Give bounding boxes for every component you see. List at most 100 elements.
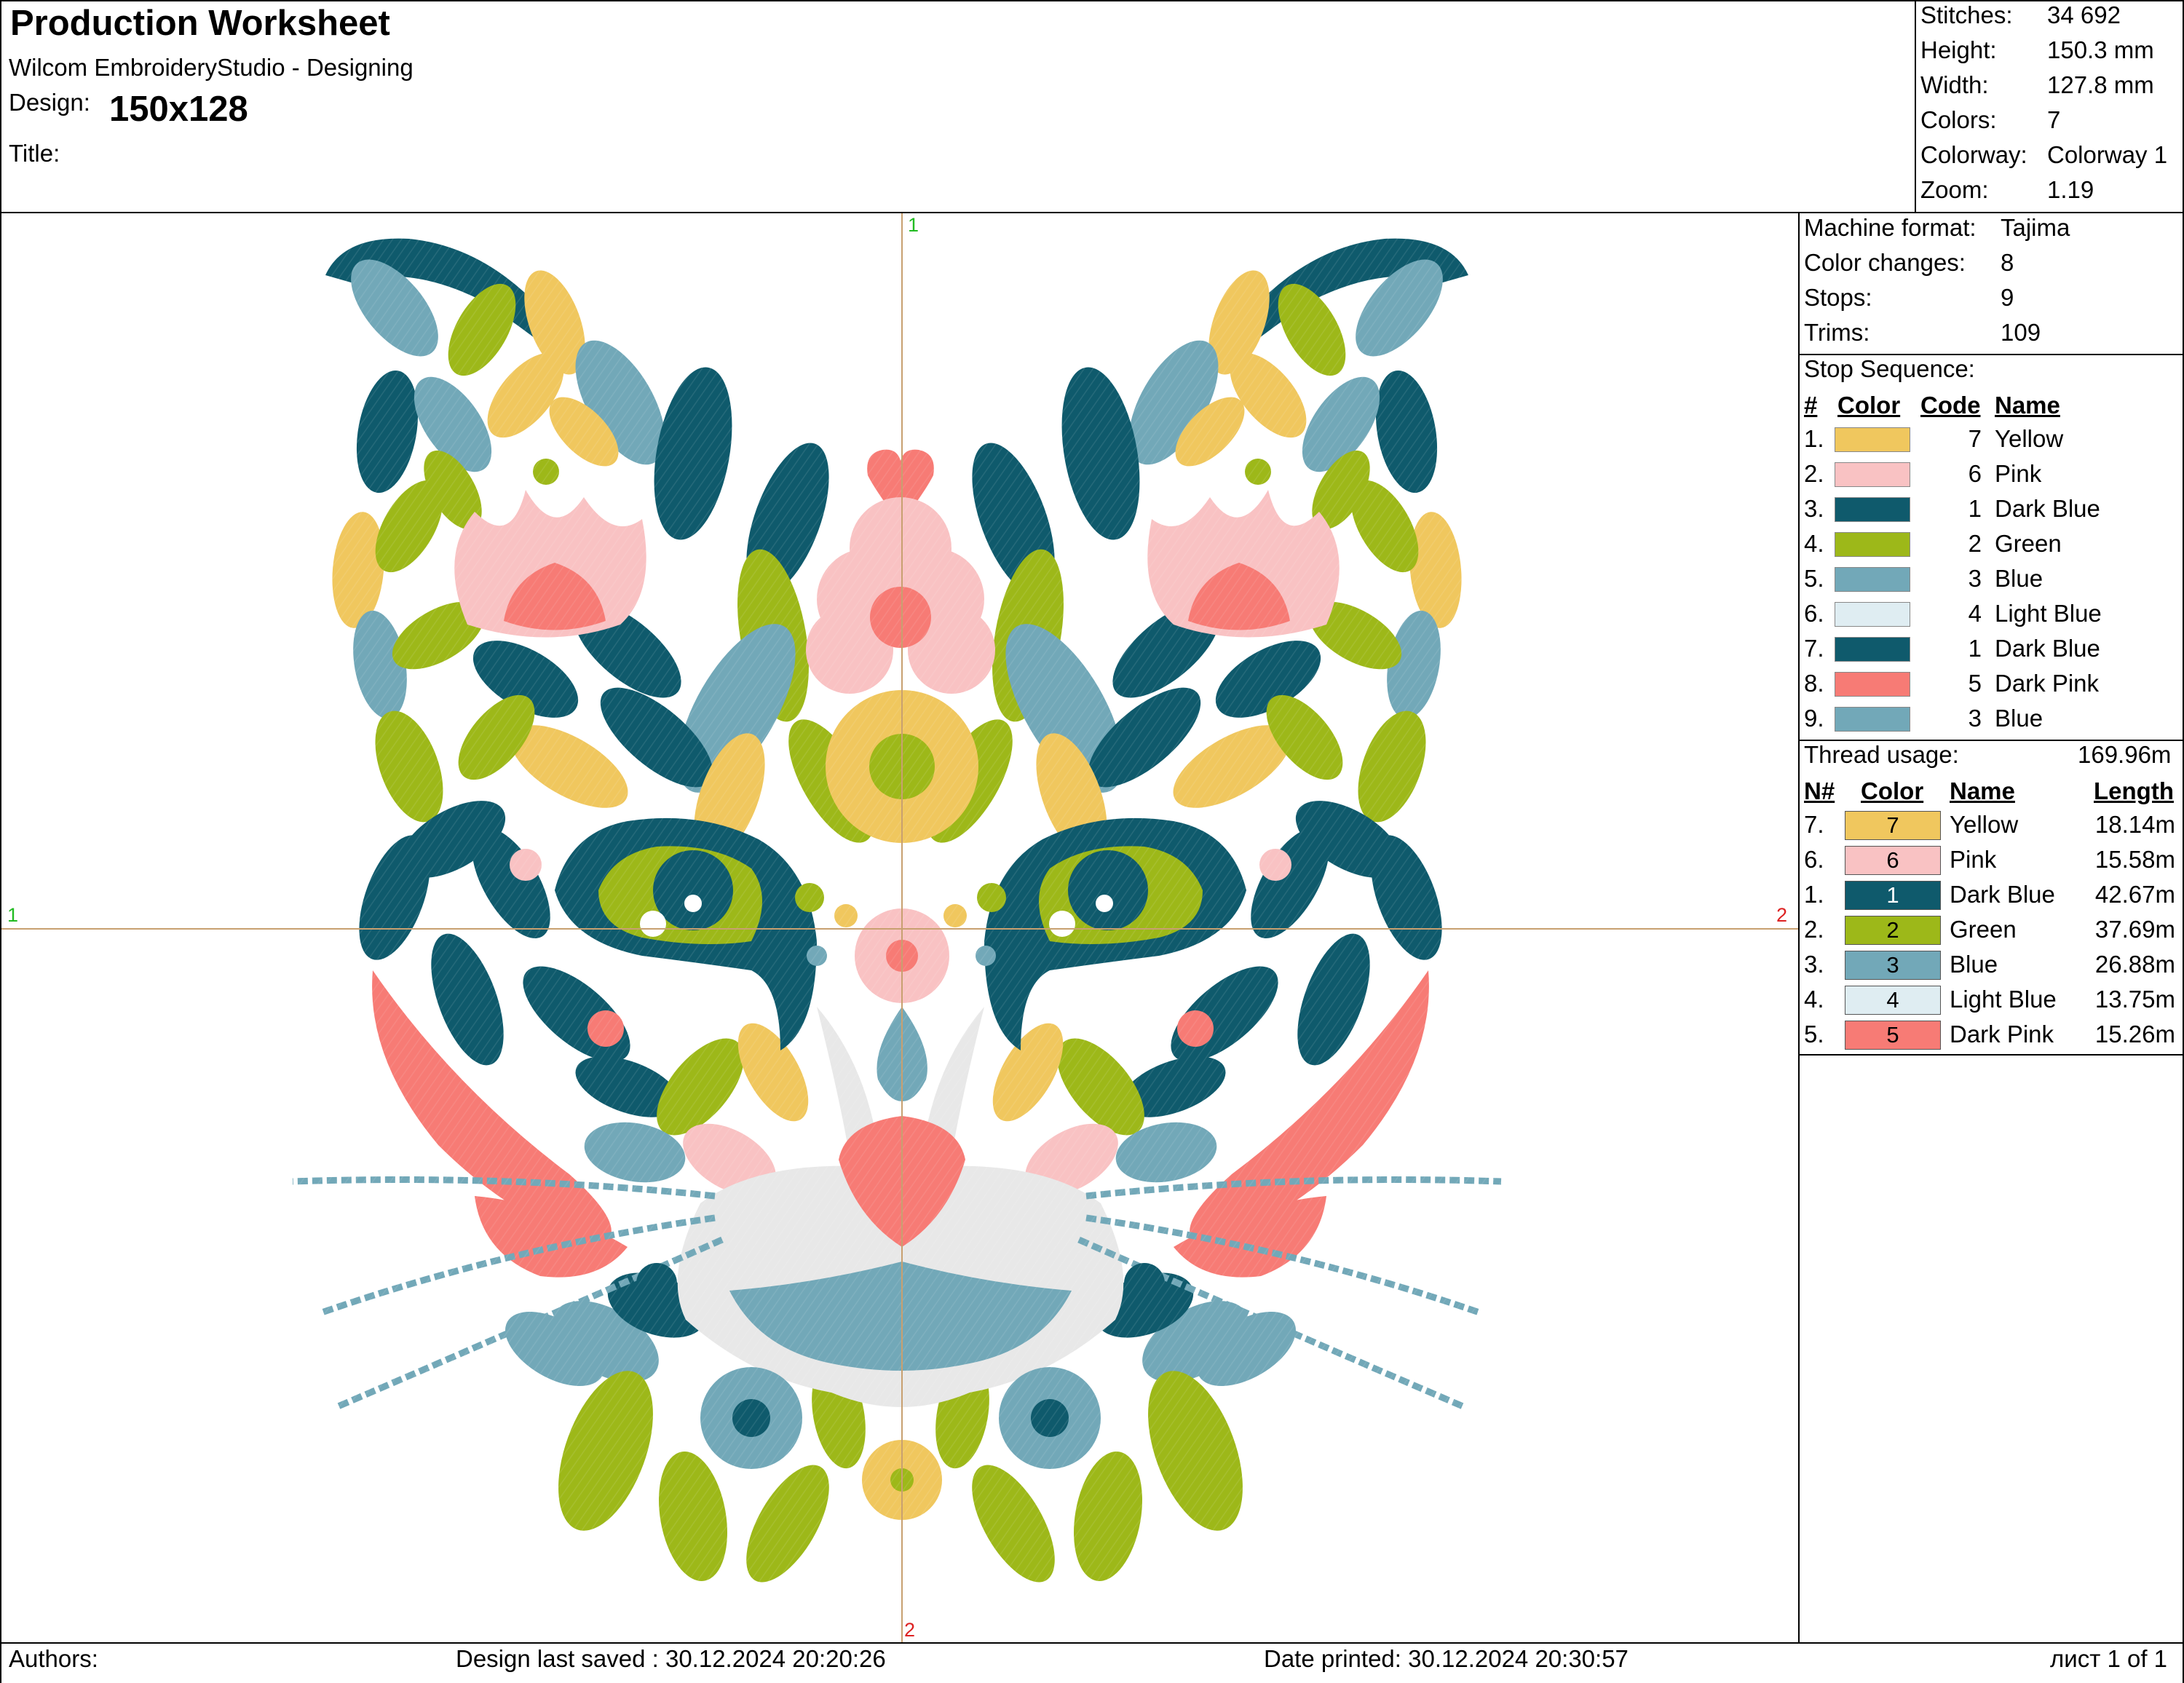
marker-right: 2 — [1776, 904, 1788, 926]
thread-usage-total: 169.96m — [2078, 741, 2172, 768]
usage-name: Light Blue — [1950, 986, 2057, 1013]
machine-value: Tajima — [2001, 214, 2070, 241]
thread-usage-title: Thread usage: — [1804, 741, 1959, 768]
usage-num: 6. — [1804, 846, 1824, 873]
design-name: 150x128 — [109, 90, 248, 129]
usage-color-swatch: 7 — [1845, 811, 1941, 840]
seq-name: Blue — [1995, 565, 2043, 592]
usage-num: 4. — [1804, 986, 1824, 1013]
usage-color-swatch: 1 — [1845, 881, 1941, 910]
seq-num: 8. — [1804, 670, 1824, 697]
summary-value: 127.8 mm — [2047, 71, 2154, 98]
seq-color-swatch — [1835, 707, 1910, 732]
seq-header-color: Color — [1837, 392, 1901, 419]
usage-header-num: N# — [1804, 777, 1835, 804]
seq-num: 9. — [1804, 705, 1824, 732]
seq-header-num: # — [1804, 392, 1818, 419]
marker-bottom: 2 — [904, 1619, 916, 1641]
usage-length: 37.69m — [2094, 916, 2175, 943]
embroidery-preview-svg — [1, 213, 1798, 1642]
seq-code: 3 — [1968, 705, 1982, 732]
usage-length: 18.14m — [2094, 811, 2175, 838]
seq-num: 3. — [1804, 495, 1824, 522]
design-preview — [1, 213, 1798, 1642]
usage-num: 1. — [1804, 881, 1824, 908]
usage-header-color: Color — [1861, 777, 1924, 804]
summary-label: Width: — [1920, 71, 1989, 98]
design-label: Design: — [9, 89, 90, 116]
marker-left: 1 — [7, 904, 19, 926]
usage-color-swatch: 4 — [1845, 986, 1941, 1015]
seq-num: 6. — [1804, 600, 1824, 627]
usage-header-name: Name — [1950, 777, 2015, 804]
title-label: Title: — [9, 140, 60, 167]
seq-name: Yellow — [1995, 425, 2064, 452]
machine-label: Stops: — [1804, 284, 1872, 311]
seq-code: 4 — [1968, 600, 1982, 627]
seq-num: 7. — [1804, 635, 1824, 662]
worksheet-title: Production Worksheet — [10, 4, 390, 43]
usage-header-length: Length — [2094, 777, 2174, 804]
summary-label: Colors: — [1920, 106, 1997, 133]
usage-color-swatch: 2 — [1845, 916, 1941, 945]
seq-code: 5 — [1968, 670, 1982, 697]
usage-length: 15.58m — [2094, 846, 2175, 873]
seq-num: 2. — [1804, 460, 1824, 487]
seq-code: 2 — [1968, 530, 1982, 557]
usage-color-swatch: 5 — [1845, 1021, 1941, 1050]
summary-value: 150.3 mm — [2047, 36, 2154, 63]
summary-label: Zoom: — [1920, 176, 1989, 203]
seq-name: Light Blue — [1995, 600, 2102, 627]
footer-authors: Authors: — [9, 1645, 98, 1672]
usage-length: 42.67m — [2094, 881, 2175, 908]
usage-name: Yellow — [1950, 811, 2019, 838]
seq-code: 7 — [1968, 425, 1982, 452]
seq-num: 4. — [1804, 530, 1824, 557]
stop-sequence-title: Stop Sequence: — [1804, 355, 1975, 382]
footer-divider — [0, 1642, 2184, 1644]
summary-label: Colorway: — [1920, 141, 2027, 168]
seq-code: 1 — [1968, 635, 1982, 662]
usage-num: 7. — [1804, 811, 1824, 838]
seq-color-swatch — [1835, 567, 1910, 592]
seq-num: 1. — [1804, 425, 1824, 452]
seq-code: 1 — [1968, 495, 1982, 522]
summary-value: 7 — [2047, 106, 2061, 133]
machine-label: Color changes: — [1804, 249, 1966, 276]
usage-length: 13.75m — [2094, 986, 2175, 1013]
seq-name: Blue — [1995, 705, 2043, 732]
seq-name: Green — [1995, 530, 2062, 557]
usage-name: Dark Blue — [1950, 881, 2055, 908]
seq-name: Dark Pink — [1995, 670, 2100, 697]
frame-top — [0, 0, 2184, 1]
machine-label: Trims: — [1804, 319, 1870, 346]
seq-color-swatch — [1835, 427, 1910, 452]
usage-num: 2. — [1804, 916, 1824, 943]
seq-code: 6 — [1968, 460, 1982, 487]
usage-length: 15.26m — [2094, 1021, 2175, 1048]
usage-divider — [1798, 1054, 2184, 1056]
seq-header-name: Name — [1995, 392, 2060, 419]
stitch-texture — [220, 228, 1581, 1633]
seq-color-swatch — [1835, 462, 1910, 487]
seq-color-swatch — [1835, 637, 1910, 662]
seq-color-swatch — [1835, 602, 1910, 627]
machine-label: Machine format: — [1804, 214, 1977, 241]
usage-name: Blue — [1950, 951, 1998, 978]
summary-value: Colorway 1 — [2047, 141, 2168, 168]
machine-value: 9 — [2001, 284, 2014, 311]
usage-color-swatch: 3 — [1845, 951, 1941, 980]
machine-value: 8 — [2001, 249, 2014, 276]
summary-label: Height: — [1920, 36, 1997, 63]
usage-name: Green — [1950, 916, 2017, 943]
app-name: Wilcom EmbroideryStudio - Designing — [9, 54, 414, 81]
marker-top: 1 — [908, 214, 919, 236]
seq-code: 3 — [1968, 565, 1982, 592]
machine-value: 109 — [2001, 319, 2041, 346]
seq-header-code: Code — [1920, 392, 1981, 419]
summary-label: Stitches: — [1920, 1, 2013, 28]
summary-divider — [1915, 0, 1916, 213]
usage-length: 26.88m — [2094, 951, 2175, 978]
seq-color-swatch — [1835, 497, 1910, 522]
footer-printed: Date printed: 30.12.2024 20:30:57 — [1264, 1645, 1629, 1672]
